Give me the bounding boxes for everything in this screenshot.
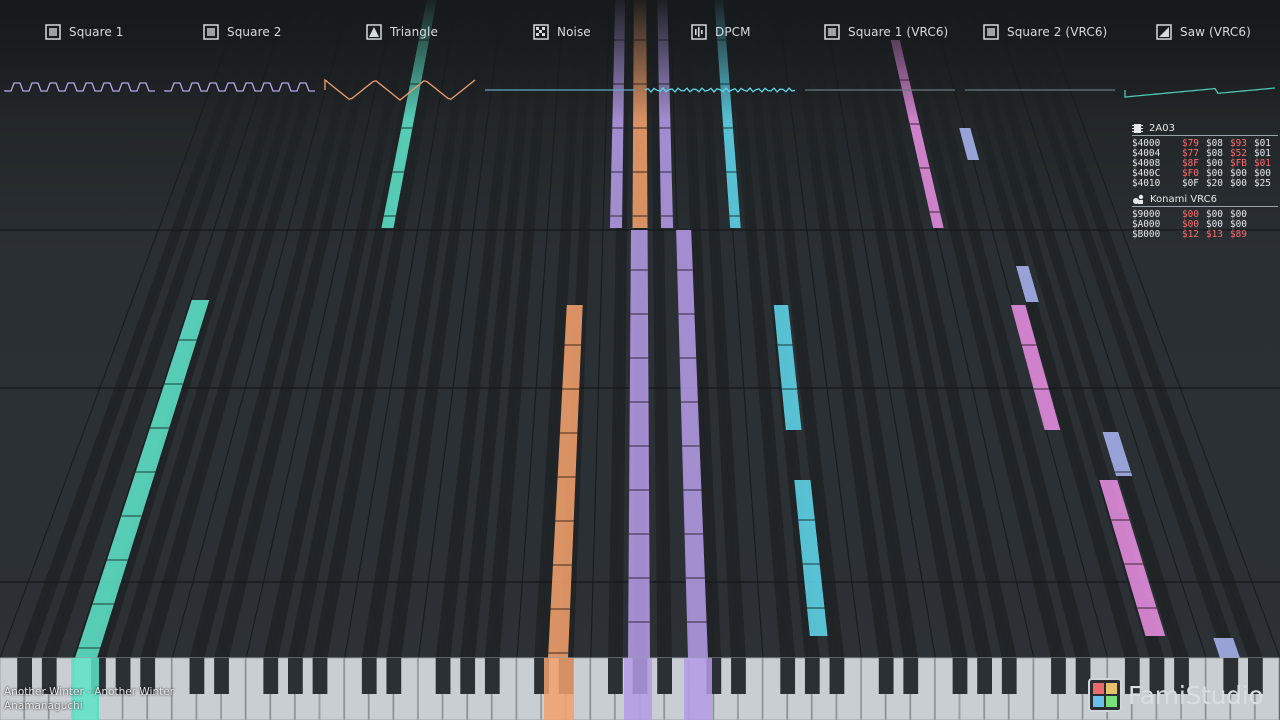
channel-noise: Noise	[533, 22, 591, 42]
channel-name: Triangle	[390, 25, 438, 39]
register-chip-title: 2A03	[1132, 122, 1278, 136]
channel-square-1-vrc6: Square 1 (VRC6)	[824, 22, 948, 42]
black-key	[214, 658, 229, 694]
register-value: $25	[1254, 178, 1271, 189]
song-artist: Anamanaguchi	[4, 700, 83, 712]
vrc6-chip-icon	[1133, 194, 1144, 204]
register-value: $0F	[1182, 178, 1199, 189]
register-value: $13	[1206, 229, 1223, 240]
channel-name: Square 1 (VRC6)	[848, 25, 949, 39]
pressed-key	[624, 658, 652, 720]
register-viewer: 2A03 $4000 $79 $08 $93 $01 $4004 $77 $08…	[1132, 122, 1278, 244]
channel-dpcm: DPCM	[691, 22, 751, 42]
black-key	[189, 658, 205, 694]
black-key	[657, 658, 672, 694]
black-key	[263, 658, 279, 694]
black-key	[829, 658, 845, 694]
black-key	[361, 658, 377, 694]
saw-wave-icon	[1156, 24, 1172, 40]
pressed-key	[684, 658, 712, 720]
black-key	[1051, 658, 1066, 694]
piano-roll-visualizer: Square 1 Square 2 Triangle Noise DPCM Sq…	[0, 0, 1280, 720]
chip-name: 2A03	[1149, 122, 1175, 134]
black-key	[804, 658, 820, 694]
register-block-2a03: 2A03 $4000 $79 $08 $93 $01 $4004 $77 $08…	[1132, 122, 1278, 189]
pressed-key	[544, 658, 574, 720]
channel-saw-vrc6: Saw (VRC6)	[1156, 22, 1251, 42]
song-info: Another Winter - Another Winter Anamanag…	[4, 685, 174, 713]
black-key	[435, 658, 451, 694]
black-key	[977, 658, 992, 694]
square-wave-icon	[203, 24, 219, 40]
black-key	[1001, 658, 1017, 694]
triangle-wave-icon	[366, 24, 382, 40]
square-wave-icon	[983, 24, 999, 40]
black-key	[878, 658, 894, 694]
black-key	[386, 658, 402, 694]
noise-icon	[533, 24, 549, 40]
black-key	[952, 658, 968, 694]
channel-name: Square 1	[69, 25, 124, 39]
chip-name: Konami VRC6	[1150, 193, 1217, 205]
channel-name: Noise	[557, 25, 591, 39]
song-title: Another Winter - Another Winter	[4, 686, 174, 698]
famistudio-logo-icon	[1088, 678, 1122, 712]
square-wave-icon	[45, 24, 61, 40]
register-value: $00	[1230, 178, 1247, 189]
register-value: $89	[1230, 229, 1247, 240]
channel-name: Square 2 (VRC6)	[1007, 25, 1108, 39]
channel-square-2: Square 2	[203, 22, 282, 42]
channel-name: DPCM	[715, 25, 751, 39]
channel-triangle: Triangle	[366, 22, 438, 42]
black-key	[288, 658, 303, 694]
black-key	[780, 658, 796, 694]
register-address: $4010	[1132, 178, 1161, 189]
channel-square-2-vrc6: Square 2 (VRC6)	[983, 22, 1107, 42]
chip-icon	[1132, 124, 1143, 133]
register-row: $B000 $12 $13 $89	[1132, 230, 1278, 240]
register-row: $4010 $0F $20 $00 $25	[1132, 179, 1278, 189]
falling-note	[627, 230, 651, 695]
register-chip-title: Konami VRC6	[1132, 193, 1278, 207]
black-key	[731, 658, 746, 694]
channel-name: Saw (VRC6)	[1180, 25, 1251, 39]
black-key	[312, 658, 328, 694]
app-name: FamiStudio	[1128, 680, 1264, 710]
channel-square-1: Square 1	[45, 22, 124, 42]
black-key	[460, 658, 476, 694]
square-wave-icon	[824, 24, 840, 40]
channel-name: Square 2	[227, 25, 282, 39]
dpcm-icon	[691, 24, 707, 40]
register-address: $B000	[1132, 229, 1161, 240]
black-key	[903, 658, 919, 694]
black-key	[484, 658, 500, 694]
black-key	[608, 658, 623, 694]
register-value: $12	[1182, 229, 1199, 240]
famistudio-logo: FamiStudio	[1088, 678, 1264, 712]
channel-header-bar: Square 1 Square 2 Triangle Noise DPCM Sq…	[0, 0, 1280, 110]
register-value: $20	[1206, 178, 1223, 189]
register-block-vrc6: Konami VRC6 $9000 $00 $00 $00 $A000 $00 …	[1132, 193, 1278, 240]
